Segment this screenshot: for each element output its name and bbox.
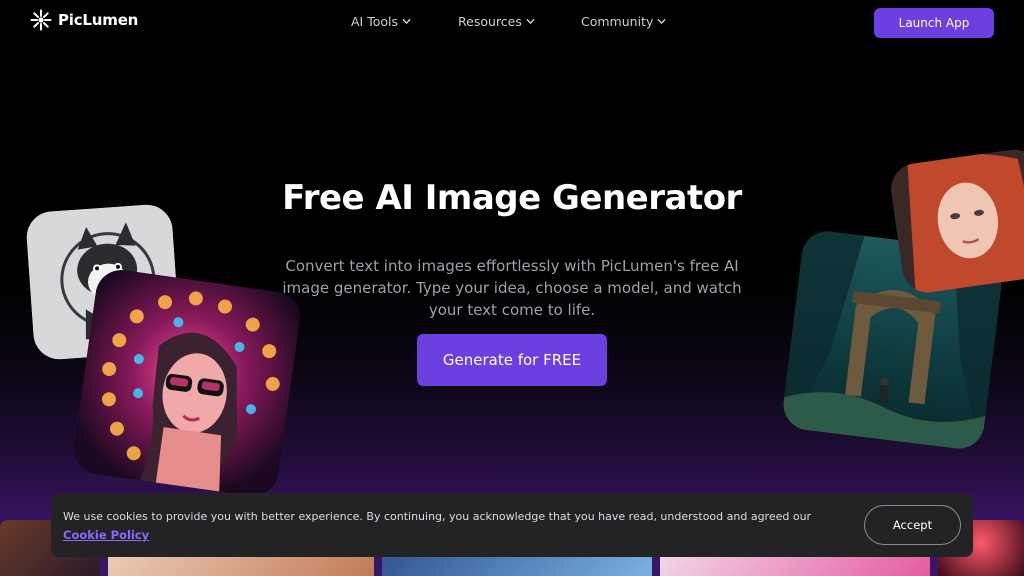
hero-title: Free AI Image Generator [282, 178, 742, 218]
landing-page: PicLumen AI Tools Resources Community La… [0, 0, 1024, 576]
nav-ai-tools[interactable]: AI Tools [351, 14, 411, 29]
cookie-message: We use cookies to provide you with bette… [63, 510, 812, 523]
cookie-banner: We use cookies to provide you with bette… [51, 493, 973, 557]
nav-ai-tools-label: AI Tools [351, 14, 399, 29]
site-header: PicLumen AI Tools Resources Community La… [0, 0, 1024, 44]
nav-community[interactable]: Community [581, 14, 666, 29]
chevron-down-icon [402, 18, 411, 24]
nav-community-label: Community [581, 14, 654, 29]
hero-subtitle: Convert text into images effortlessly wi… [282, 257, 742, 319]
logo-text: PicLumen [58, 11, 139, 29]
logo[interactable]: PicLumen [30, 9, 138, 31]
piclumen-logo-icon [30, 9, 52, 31]
chevron-down-icon [526, 18, 535, 24]
chevron-down-icon [657, 18, 666, 24]
nav-resources[interactable]: Resources [458, 14, 535, 29]
redhead-portrait-image [887, 146, 1024, 296]
launch-app-button[interactable]: Launch App [874, 8, 994, 38]
nav-resources-label: Resources [458, 14, 522, 29]
neon-girl-image [70, 266, 304, 500]
accept-cookies-button[interactable]: Accept [864, 505, 961, 545]
generate-for-free-button[interactable]: Generate for FREE [417, 334, 607, 386]
cookie-policy-link[interactable]: Cookie Policy [63, 528, 149, 542]
